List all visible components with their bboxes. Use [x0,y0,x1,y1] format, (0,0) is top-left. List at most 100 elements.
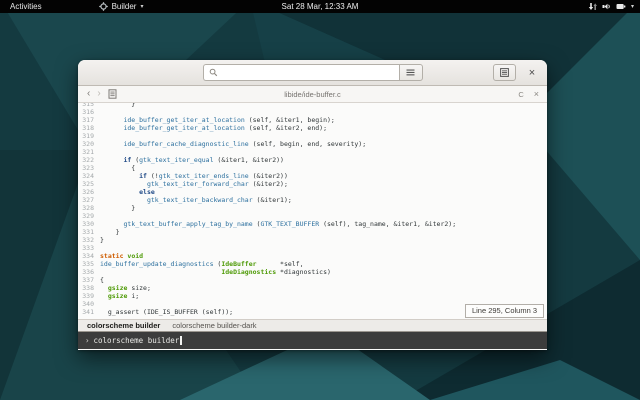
code-line[interactable]: 330 gtk_text_buffer_apply_tag_by_name (G… [78,220,547,228]
code-token: { [100,276,104,284]
code-line[interactable]: 324 if (!gtk_text_iter_ends_line (&iter2… [78,172,547,180]
code-token: (self, &iter2, end); [245,124,327,132]
code-line[interactable]: 322 if (gtk_text_iter_equal (&iter1, &it… [78,156,547,164]
command-bar[interactable]: › colorscheme builder [78,332,547,349]
line-number: 325 [78,180,94,188]
open-pages-button[interactable] [493,64,516,81]
code-token: ide_buffer_cache_diagnostic_line [123,140,248,148]
source-editor[interactable]: 315 }316317 ide_buffer_get_iter_at_locat… [78,103,547,319]
code-line[interactable]: 327 gtk_text_iter_backward_char (&iter1)… [78,196,547,204]
line-number: 320 [78,140,94,148]
code-token: else [139,188,155,196]
line-number: 322 [78,156,94,164]
code-line[interactable]: 334 static void [78,252,547,260]
code-line[interactable]: 318 ide_buffer_get_iter_at_location (sel… [78,124,547,132]
code-token: } [100,204,135,212]
code-line[interactable]: 336 IdeDiagnostics *diagnostics) [78,268,547,276]
code-token: { [100,164,135,172]
window-close-button[interactable]: × [525,64,539,81]
code-line[interactable]: 337 { [78,276,547,284]
command-completion-bar: colorscheme buildercolorscheme builder-d… [78,319,547,332]
app-menu-button[interactable]: Builder ▾ [99,2,144,11]
code-token [100,156,123,164]
code-token: ide_buffer_update_diagnostics [100,260,214,268]
hamburger-icon [406,69,415,76]
code-line[interactable]: 331 } [78,228,547,236]
code-line[interactable]: 320 ide_buffer_cache_diagnostic_line (se… [78,140,547,148]
cursor-position-label: Line 295, Column 3 [465,304,544,318]
code-line[interactable]: 339 gsize i; [78,292,547,300]
code-token: gtk_text_iter_backward_char [147,196,253,204]
line-number: 327 [78,196,94,204]
code-token [100,116,123,124]
line-number: 339 [78,292,94,300]
code-token: } [100,236,104,244]
line-number: 335 [78,260,94,268]
code-token: (&iter1, &iter2)) [214,156,284,164]
code-line[interactable]: 329 [78,212,547,220]
desktop: Activities Builder ▾ Sat 28 Mar, 12:33 A… [0,0,640,400]
code-token: gtk_text_iter_equal [139,156,213,164]
code-token: (&iter2)) [249,172,288,180]
text-cursor [180,336,182,345]
activities-button[interactable]: Activities [7,2,45,11]
document-close-button[interactable]: × [534,90,539,99]
code-line[interactable]: 335ide_buffer_update_diagnostics (IdeBuf… [78,260,547,268]
line-number: 334 [78,252,94,260]
code-line[interactable]: 317 ide_buffer_get_iter_at_location (sel… [78,116,547,124]
code-token: (self, begin, end, severity); [249,140,366,148]
code-token: gsize [108,284,128,292]
header-bar: × [78,60,547,86]
language-indicator[interactable]: C [518,90,523,99]
back-button[interactable]: ‹ [87,89,90,99]
line-number: 336 [78,268,94,276]
line-number: 340 [78,300,94,308]
document-title: libide/ide-buffer.c [78,90,547,99]
document-list-icon[interactable] [108,89,117,99]
code-line[interactable]: 338 gsize size; [78,284,547,292]
search-menu-button[interactable] [399,64,423,81]
code-token [100,220,123,228]
line-number: 337 [78,276,94,284]
document-bar: ‹ › libide/ide-buffer.c C × [78,86,547,103]
code-line[interactable]: 333 [78,244,547,252]
line-number: 338 [78,284,94,292]
code-line[interactable]: 332} [78,236,547,244]
search-input[interactable] [203,64,399,81]
code-line[interactable]: 323 { [78,164,547,172]
code-token: gsize [108,292,128,300]
code-token: static [100,252,123,260]
code-token [100,124,123,132]
code-token: IdeDiagnostics [221,268,276,276]
code-token [100,188,139,196]
completion-item[interactable]: colorscheme builder [81,321,166,330]
code-line[interactable]: 319 [78,132,547,140]
code-token: g_assert (IDE_IS_BUFFER (self)); [100,308,233,316]
chevron-down-icon: ▾ [631,3,634,10]
code-line[interactable]: 325 gtk_text_iter_forward_char (&iter2); [78,180,547,188]
code-token [100,292,108,300]
code-token: size; [127,284,150,292]
code-token [100,196,147,204]
line-number: 324 [78,172,94,180]
system-status-area[interactable]: ▾ [588,0,634,13]
completion-item[interactable]: colorscheme builder-dark [166,321,262,330]
line-number: 331 [78,228,94,236]
code-token: void [127,252,143,260]
code-token: } [100,103,135,108]
chevron-down-icon: ▾ [140,3,143,10]
code-token: gtk_text_iter_ends_line [159,172,249,180]
line-number: 329 [78,212,94,220]
search-icon [209,68,218,77]
code-line[interactable]: 326 else [78,188,547,196]
code-line[interactable]: 328 } [78,204,547,212]
code-token [100,172,139,180]
code-line[interactable]: 321 [78,148,547,156]
code-area[interactable]: 315 }316317 ide_buffer_get_iter_at_locat… [78,103,547,316]
code-token: (self), tag_name, &iter1, &iter2); [319,220,456,228]
code-line[interactable]: 316 [78,108,547,116]
line-number: 333 [78,244,94,252]
network-icon [588,2,597,11]
forward-button[interactable]: › [97,89,100,99]
line-number: 318 [78,124,94,132]
